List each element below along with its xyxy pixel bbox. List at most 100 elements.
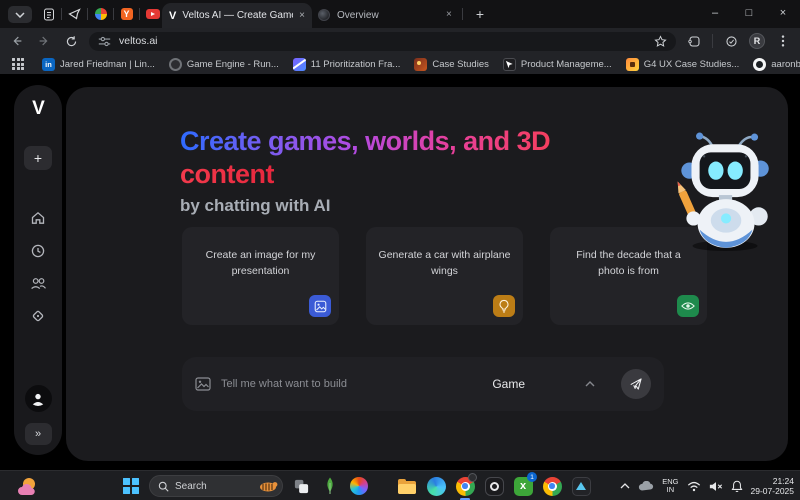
youtube-icon bbox=[146, 9, 160, 19]
app-sidebar: V + » bbox=[14, 85, 62, 455]
taskbar-search[interactable] bbox=[149, 475, 283, 497]
new-tab-button[interactable]: + bbox=[470, 4, 490, 24]
attach-image-icon[interactable] bbox=[195, 377, 211, 391]
pinned-tab-hackernews[interactable]: Y bbox=[114, 4, 139, 24]
microsoft365-app[interactable] bbox=[348, 475, 370, 497]
veltos-page: V + » Create games, worlds, and 3Dconten… bbox=[0, 74, 800, 470]
tab-title: Veltos AI — Create Games & 3… bbox=[182, 10, 293, 21]
send-button[interactable] bbox=[621, 369, 651, 399]
close-tab-icon[interactable]: × bbox=[446, 9, 452, 20]
prompt-composer[interactable]: Game bbox=[182, 357, 664, 411]
discover-tag-icon[interactable] bbox=[30, 308, 46, 324]
window-controls: – □ × bbox=[698, 0, 800, 26]
forward-button[interactable] bbox=[35, 32, 53, 50]
bookmark-item[interactable]: aaronbatchelder/pr... bbox=[753, 58, 800, 71]
new-project-button[interactable]: + bbox=[24, 146, 52, 170]
address-bar[interactable]: veltos.ai bbox=[89, 32, 676, 51]
bookmark-item[interactable]: G4 UX Case Studies... bbox=[626, 58, 740, 71]
maximize-button[interactable]: □ bbox=[732, 7, 766, 19]
wifi-icon[interactable] bbox=[687, 481, 701, 492]
veltos-favicon: V bbox=[169, 10, 176, 22]
xbox-app[interactable]: x 1 bbox=[512, 475, 534, 497]
pinned-tabs: Y bbox=[36, 4, 165, 24]
volume-muted-icon[interactable] bbox=[709, 481, 723, 492]
task-view-button[interactable] bbox=[290, 475, 312, 497]
weather-widget-icon[interactable] bbox=[14, 475, 40, 497]
pinned-tab-triangle[interactable] bbox=[62, 4, 87, 24]
user-avatar[interactable] bbox=[25, 385, 52, 412]
extension-puzzle-icon bbox=[688, 35, 701, 48]
tab-title: Overview bbox=[337, 10, 379, 21]
bookmark-star-icon[interactable] bbox=[654, 35, 667, 48]
tab-search-button[interactable] bbox=[8, 6, 32, 23]
apps-grid-icon[interactable] bbox=[12, 58, 24, 70]
tiger-search-art bbox=[258, 479, 278, 493]
chrome-profile-badge bbox=[468, 473, 477, 482]
history-icon[interactable] bbox=[30, 243, 46, 259]
hero-heading: Create games, worlds, and 3Dcontent bbox=[180, 125, 680, 191]
shield-circle-icon bbox=[725, 35, 738, 48]
language-indicator[interactable]: ENG IN bbox=[662, 478, 678, 494]
community-icon[interactable] bbox=[30, 276, 47, 291]
search-icon bbox=[158, 481, 169, 492]
back-button[interactable] bbox=[8, 32, 26, 50]
eye-icon bbox=[677, 295, 699, 317]
back-arrow-icon bbox=[10, 34, 24, 48]
mongodb-app[interactable] bbox=[319, 475, 341, 497]
bookmark-item[interactable]: Game Engine - Run... bbox=[169, 58, 279, 71]
document-icon bbox=[43, 8, 55, 21]
prompt-input[interactable] bbox=[221, 378, 482, 390]
bookmark-item[interactable]: inJared Friedman | Lin... bbox=[42, 58, 155, 71]
prioritization-icon bbox=[293, 58, 306, 71]
notification-badge: 1 bbox=[527, 472, 537, 482]
edge-icon bbox=[427, 477, 446, 496]
product-management-icon bbox=[503, 58, 516, 71]
m365-icon bbox=[350, 477, 368, 495]
start-button[interactable] bbox=[120, 475, 142, 497]
camera-ring-app[interactable] bbox=[483, 475, 505, 497]
profile-avatar[interactable]: R bbox=[749, 33, 765, 49]
bookmark-item[interactable]: Product Manageme... bbox=[503, 58, 612, 71]
bookmark-item[interactable]: 11 Prioritization Fra... bbox=[293, 58, 401, 71]
tray-chevron-up-icon[interactable] bbox=[620, 483, 630, 489]
url-text[interactable]: veltos.ai bbox=[119, 35, 646, 47]
reload-button[interactable] bbox=[62, 32, 80, 50]
extension-action-icon[interactable] bbox=[722, 32, 740, 50]
ring-icon bbox=[485, 477, 504, 496]
bookmark-item[interactable]: Case Studies bbox=[414, 58, 489, 71]
forward-arrow-icon bbox=[37, 34, 51, 48]
photos-app[interactable] bbox=[570, 475, 592, 497]
minimize-button[interactable]: – bbox=[698, 7, 732, 19]
overview-favicon bbox=[318, 9, 330, 21]
notification-bell-icon[interactable] bbox=[731, 480, 743, 492]
mode-selector[interactable]: Game bbox=[492, 377, 525, 391]
suggestion-card-generate[interactable]: Generate a car with airplane wings bbox=[366, 227, 523, 325]
desktop: Y V Veltos AI — Create Games & 3… × Over… bbox=[0, 0, 800, 500]
pinned-tab-photos[interactable] bbox=[88, 4, 113, 24]
chrome-app-active[interactable] bbox=[454, 475, 476, 497]
ux-case-studies-icon bbox=[626, 58, 639, 71]
paper-plane-icon bbox=[629, 377, 643, 391]
mongodb-leaf-icon bbox=[324, 477, 336, 495]
sidebar-nav bbox=[30, 210, 47, 324]
browser-menu-button[interactable] bbox=[774, 32, 792, 50]
suggestion-card-image[interactable]: Create an image for my presentation bbox=[182, 227, 339, 325]
close-tab-icon[interactable]: × bbox=[299, 11, 305, 21]
task-view-icon bbox=[293, 478, 310, 495]
veltos-logo: V bbox=[32, 98, 44, 120]
file-explorer-app[interactable] bbox=[396, 475, 418, 497]
clock[interactable]: 21:24 29-07-2025 bbox=[751, 476, 794, 496]
expand-sidebar-button[interactable]: » bbox=[25, 423, 52, 445]
close-window-button[interactable]: × bbox=[766, 7, 800, 19]
chevron-up-icon[interactable] bbox=[585, 381, 595, 387]
onedrive-cloud-icon[interactable] bbox=[638, 481, 654, 491]
pinned-tab-notes[interactable] bbox=[36, 4, 61, 24]
tab-veltos[interactable]: V Veltos AI — Create Games & 3… × bbox=[162, 3, 312, 28]
chrome-secondary-app[interactable] bbox=[541, 475, 563, 497]
home-icon[interactable] bbox=[30, 210, 46, 226]
site-settings-icon bbox=[98, 36, 111, 47]
edge-app[interactable] bbox=[425, 475, 447, 497]
tab-overview[interactable]: Overview bbox=[318, 5, 438, 25]
taskbar-search-input[interactable] bbox=[175, 481, 252, 492]
extensions-icon[interactable] bbox=[685, 32, 703, 50]
